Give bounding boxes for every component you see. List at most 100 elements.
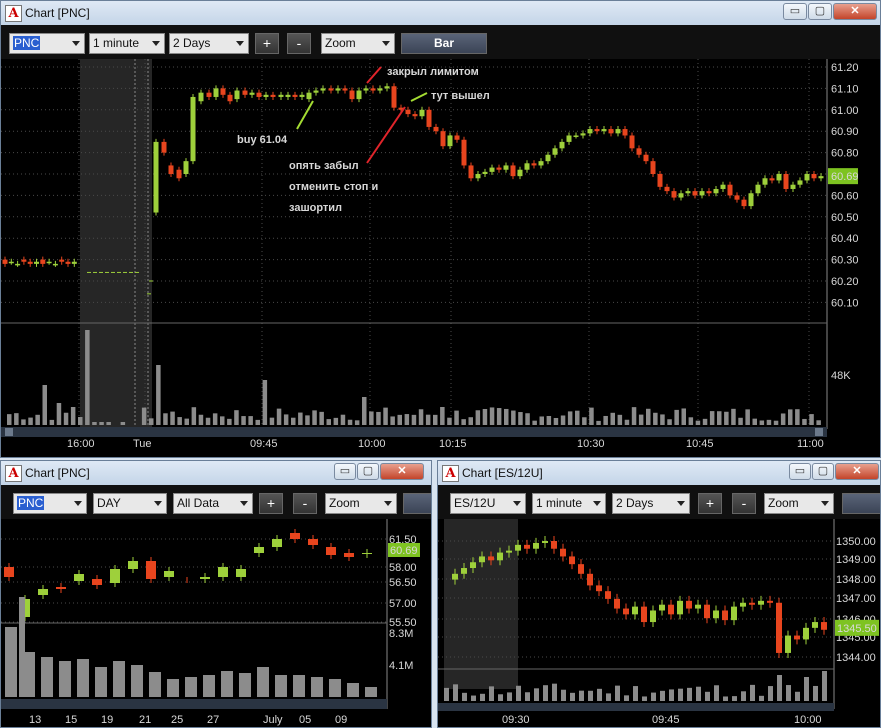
candle-body — [452, 573, 458, 580]
candle-body — [569, 556, 575, 565]
chevron-down-icon — [384, 501, 392, 506]
minimize-button[interactable]: ▭ — [334, 463, 356, 480]
maximize-button[interactable]: ▢ — [357, 463, 379, 480]
range-select[interactable]: All Data — [173, 493, 253, 514]
symbol-select[interactable]: PNC — [9, 33, 85, 54]
candle-body — [8, 261, 14, 264]
last-price-label: 1345.50 — [837, 623, 877, 635]
candle-body — [320, 88, 326, 91]
interval-value: 1 minute — [536, 496, 583, 510]
maximize-button[interactable]: ▢ — [808, 3, 832, 20]
main-titlebar[interactable]: A Chart [PNC] ▭ ▢ ✕ — [1, 1, 880, 25]
volume-bar — [471, 695, 476, 701]
volume-bar — [646, 408, 651, 425]
zoom-out-button[interactable]: - — [293, 493, 317, 514]
volume-bar — [35, 414, 40, 425]
volume-bar — [298, 412, 303, 425]
chart-type-button[interactable] — [842, 493, 880, 514]
chart-type-button[interactable] — [403, 493, 431, 514]
candle-body — [790, 184, 796, 189]
candle-body — [242, 90, 248, 95]
daily-titlebar[interactable]: A Chart [PNC] ▭ ▢ ✕ — [1, 461, 431, 485]
candle-body — [533, 542, 539, 549]
candle-body — [128, 561, 138, 569]
volume-bar — [440, 407, 445, 425]
volume-bar — [131, 665, 143, 697]
interval-select[interactable]: 1 minute — [532, 493, 606, 514]
buy-arrow — [296, 100, 314, 130]
minimize-button[interactable]: ▭ — [783, 3, 807, 20]
time-tick-label: July — [263, 714, 283, 726]
chart-type-button[interactable]: Bar — [401, 33, 487, 54]
volume-bar — [185, 677, 197, 697]
scroll-left-arrow — [5, 428, 13, 436]
candle-body — [623, 608, 629, 615]
volume-bar — [276, 408, 282, 425]
candle-body — [594, 129, 600, 132]
time-tick-label: 27 — [207, 714, 219, 726]
volume-bar — [603, 415, 608, 425]
zoom-select[interactable]: Zoom — [764, 493, 834, 514]
candle-body — [524, 544, 530, 549]
zoom-select[interactable]: Zoom — [321, 33, 395, 54]
zoom-in-button[interactable]: + — [255, 33, 279, 54]
time-tick-label: 09 — [335, 714, 347, 726]
candle-body — [636, 148, 642, 155]
zoom-out-button[interactable]: - — [732, 493, 756, 514]
candle-body — [440, 131, 446, 147]
range-select[interactable]: 2 Days — [612, 493, 690, 514]
interval-select[interactable]: DAY — [93, 493, 167, 514]
zoom-in-button[interactable]: + — [698, 493, 722, 514]
candle-body — [643, 154, 649, 162]
candle-body — [168, 165, 174, 174]
main-plot-area[interactable]: 61.2061.1061.0060.9060.8060.7060.6060.50… — [1, 59, 880, 457]
volume-bar — [221, 671, 233, 697]
zoom-out-button[interactable]: - — [287, 33, 311, 54]
candle-body — [227, 94, 233, 102]
close-button[interactable]: ✕ — [833, 3, 877, 20]
minimize-button[interactable]: ▭ — [789, 463, 811, 480]
volume-bar — [291, 417, 296, 425]
candle-body — [496, 167, 502, 170]
candle-body — [15, 263, 21, 266]
candle-body — [426, 109, 432, 127]
symbol-select[interactable]: ES/12U — [450, 493, 526, 514]
zoom-select[interactable]: Zoom — [325, 493, 397, 514]
symbol-select[interactable]: PNC — [13, 493, 87, 514]
candle-body — [40, 259, 46, 264]
candle-body — [566, 135, 572, 142]
price-tick-label: 60.10 — [831, 297, 859, 309]
annotation-exit: тут вышел — [431, 90, 490, 102]
candle-body — [313, 90, 319, 93]
candle-body — [370, 88, 376, 91]
candle-body — [362, 553, 372, 554]
candle-body — [741, 199, 747, 207]
es-chart-window: A Chart [ES/12U] ▭ ▢ ✕ ES/12U 1 minute 2… — [437, 460, 881, 728]
volume-bar — [462, 692, 467, 701]
time-tick-label: 19 — [101, 714, 113, 726]
candle-body — [704, 604, 710, 619]
close-button[interactable]: ✕ — [380, 463, 424, 480]
candle-body — [482, 171, 488, 174]
es-titlebar[interactable]: A Chart [ES/12U] ▭ ▢ ✕ — [438, 461, 880, 485]
volume-bar — [390, 416, 395, 425]
maximize-button[interactable]: ▢ — [812, 463, 834, 480]
volume-bar — [615, 685, 620, 701]
candle-body — [758, 600, 764, 605]
price-tick-label: 1349.00 — [836, 554, 876, 566]
close-button[interactable]: ✕ — [835, 463, 879, 480]
time-tick-label: 09:45 — [250, 438, 278, 450]
range-select[interactable]: 2 Days — [169, 33, 249, 54]
volume-bar — [319, 411, 324, 425]
volume-bar — [14, 413, 19, 425]
volume-bar — [660, 414, 665, 425]
volume-bar — [239, 673, 251, 697]
es-plot-area[interactable]: 1350.001349.001348.001347.001346.001345.… — [438, 519, 880, 727]
candle-body — [153, 141, 159, 213]
candle-body — [542, 541, 548, 543]
candle-body — [692, 191, 698, 196]
daily-plot-area[interactable]: 61.50 58.00 56.50 57.00 55.50 60.69 8.3M 4.1M 13… — [1, 519, 431, 727]
interval-select[interactable]: 1 minute — [89, 33, 165, 54]
zoom-in-button[interactable]: + — [259, 493, 283, 514]
volume-bar — [732, 696, 737, 701]
